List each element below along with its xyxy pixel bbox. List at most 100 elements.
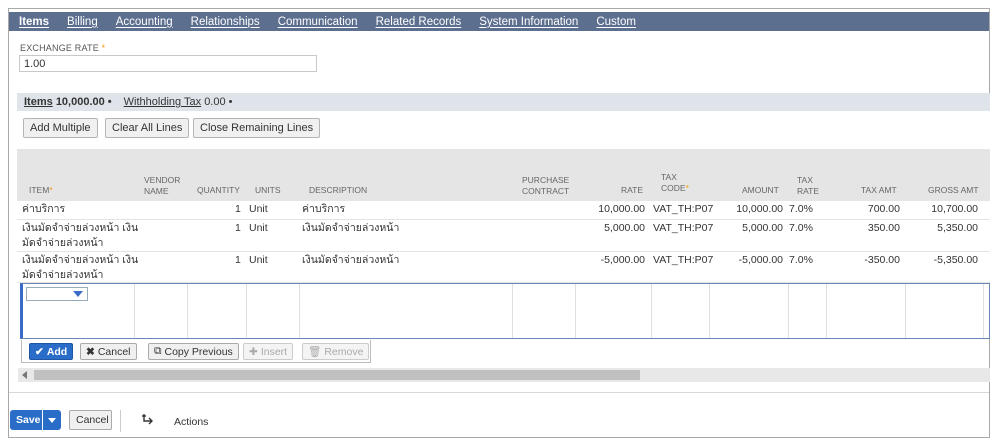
copy-previous-button[interactable]: ⧉ Copy Previous <box>148 343 239 360</box>
col-description[interactable]: DESCRIPTION <box>309 185 367 196</box>
item-select[interactable] <box>26 287 88 301</box>
column-divider <box>826 284 827 338</box>
column-divider <box>246 284 247 338</box>
column-divider <box>788 284 789 338</box>
col-purchase-contract[interactable]: PURCHASE CONTRACT <box>522 175 569 197</box>
new-line-edit-row[interactable] <box>20 283 990 339</box>
add-line-button[interactable]: ✔ Add <box>29 343 74 360</box>
horizontal-scrollbar[interactable] <box>18 368 990 382</box>
cell-item-line2: มัดจำจ่ายล่วงหน้า <box>22 237 104 249</box>
col-item[interactable]: ITEM* <box>29 185 53 196</box>
insert-line-label: Insert <box>260 345 288 358</box>
column-divider <box>651 284 652 338</box>
remove-line-button[interactable]: 🗑 Remove <box>302 343 370 360</box>
footer-divider <box>9 392 989 393</box>
footer-separator <box>120 410 121 432</box>
exchange-rate-input[interactable] <box>19 55 317 72</box>
tab-related-records[interactable]: Related Records <box>376 16 462 28</box>
copy-icon: ⧉ <box>154 345 162 357</box>
cell-quantity: 1 <box>235 203 241 215</box>
tab-items[interactable]: Items <box>19 16 49 28</box>
cell-description: เงินมัดจำจ่ายล่วงหน้า <box>302 254 400 266</box>
col-item-label: ITEM <box>29 185 50 195</box>
line-toolbar: ✔ Add ✖ Cancel ⧉ Copy Previous ✚ Insert … <box>21 340 371 363</box>
cell-tax-amt: 700.00 <box>867 203 900 215</box>
col-tax-amt[interactable]: TAX AMT <box>861 185 897 196</box>
cell-item: เงินมัดจำจ่ายล่วงหน้า เงิน มัดจำจ่ายล่วงห… <box>22 253 138 283</box>
col-tax-rate[interactable]: TAX RATE <box>797 175 819 197</box>
scroll-left-arrow-icon[interactable] <box>22 371 27 379</box>
cell-amount: -5,000.00 <box>738 254 783 266</box>
subtab-items[interactable]: Items 10,000.00 • <box>24 96 112 108</box>
chevron-down-icon <box>48 418 56 423</box>
col-vendor-name-line1: VENDOR <box>144 175 181 185</box>
clear-all-lines-button[interactable]: Clear All Lines <box>105 118 190 138</box>
trash-icon: 🗑 <box>308 346 322 358</box>
column-divider <box>134 284 135 338</box>
tab-communication[interactable]: Communication <box>278 16 358 28</box>
cell-item-line1: เงินมัดจำจ่ายล่วงหน้า เงิน <box>22 254 139 266</box>
scrollbar-thumb[interactable] <box>34 370 640 380</box>
save-menu-button[interactable] <box>43 410 61 430</box>
exchange-rate-label: EXCHANGE RATE * <box>20 43 105 53</box>
col-tax-code[interactable]: TAX CODE* <box>661 172 689 194</box>
cell-amount: 10,000.00 <box>736 203 783 215</box>
col-gross-amt[interactable]: GROSS AMT <box>928 185 979 196</box>
col-tax-code-line1: TAX <box>661 172 677 182</box>
sublist-tab-bar: Items 10,000.00 • Withholding Tax 0.00 • <box>17 93 990 111</box>
actions-label[interactable]: Actions <box>174 416 208 428</box>
cell-gross-amt: -5,350.00 <box>933 254 978 266</box>
cell-units: Unit <box>249 222 268 234</box>
check-icon: ✔ <box>35 345 44 358</box>
cell-rate: 5,000.00 <box>604 222 645 234</box>
col-tax-code-line2: CODE <box>661 183 686 193</box>
col-vendor-name[interactable]: VENDOR NAME <box>144 175 180 197</box>
save-button[interactable]: Save <box>10 410 42 430</box>
col-purchase-contract-line1: PURCHASE <box>522 175 570 185</box>
subtab-items-amount: 10,000.00 <box>55 96 105 108</box>
col-amount[interactable]: AMOUNT <box>742 185 779 196</box>
cell-tax-rate: 7.0% <box>789 203 813 215</box>
col-rate[interactable]: RATE <box>621 185 643 196</box>
table-row[interactable]: เงินมัดจำจ่ายล่วงหน้า เงิน มัดจำจ่ายล่วงห… <box>17 220 990 252</box>
cell-tax-rate: 7.0% <box>789 222 813 234</box>
cancel-line-button[interactable]: ✖ Cancel <box>80 343 137 360</box>
subtab-withholding-amount: 0.00 <box>204 96 226 108</box>
items-grid-header: ITEM* VENDOR NAME QUANTITY UNITS DESCRIPT… <box>17 149 990 201</box>
tab-accounting[interactable]: Accounting <box>116 16 173 28</box>
subtab-items-label: Items <box>24 96 53 108</box>
cell-gross-amt: 10,700.00 <box>931 203 978 215</box>
tab-custom[interactable]: Custom <box>596 16 636 28</box>
cell-item: เงินมัดจำจ่ายล่วงหน้า เงิน มัดจำจ่ายล่วงห… <box>22 221 138 251</box>
required-marker: * <box>101 43 106 53</box>
subtab-withholding-tax[interactable]: Withholding Tax 0.00 • <box>124 96 233 108</box>
insert-line-button[interactable]: ✚ Insert <box>243 343 294 360</box>
cell-description: เงินมัดจำจ่ายล่วงหน้า <box>302 222 400 234</box>
cancel-button[interactable]: Cancel <box>69 410 112 430</box>
cancel-line-label: Cancel <box>97 345 131 358</box>
required-marker: * <box>49 185 53 195</box>
chevron-down-icon <box>73 291 83 297</box>
cell-tax-amt: 350.00 <box>867 222 900 234</box>
remove-line-label: Remove <box>324 345 364 358</box>
tab-billing[interactable]: Billing <box>67 16 98 28</box>
copy-previous-label: Copy Previous <box>164 345 233 358</box>
cell-tax-code: VAT_TH:P07 <box>653 222 714 234</box>
close-remaining-lines-button[interactable]: Close Remaining Lines <box>193 118 321 138</box>
col-units[interactable]: UNITS <box>255 185 281 196</box>
add-multiple-button[interactable]: Add Multiple <box>23 118 98 138</box>
cell-quantity: 1 <box>235 222 241 234</box>
cell-amount: 5,000.00 <box>742 222 783 234</box>
cell-quantity: 1 <box>235 254 241 266</box>
exchange-rate-label-text: EXCHANGE RATE <box>20 43 99 53</box>
column-divider <box>299 284 300 338</box>
col-quantity[interactable]: QUANTITY <box>197 185 240 196</box>
tab-system-information[interactable]: System Information <box>479 16 578 28</box>
actions-icon[interactable] <box>140 413 156 427</box>
add-line-label: Add <box>46 345 68 358</box>
cell-item: ค่าบริการ <box>22 203 66 215</box>
tab-relationships[interactable]: Relationships <box>191 16 260 28</box>
table-row[interactable]: เงินมัดจำจ่ายล่วงหน้า เงิน มัดจำจ่ายล่วงห… <box>17 252 990 283</box>
col-tax-rate-line1: TAX <box>797 175 813 185</box>
table-row[interactable]: ค่าบริการ 1 Unit ค่าบริการ 10,000.00 VAT… <box>17 201 990 220</box>
